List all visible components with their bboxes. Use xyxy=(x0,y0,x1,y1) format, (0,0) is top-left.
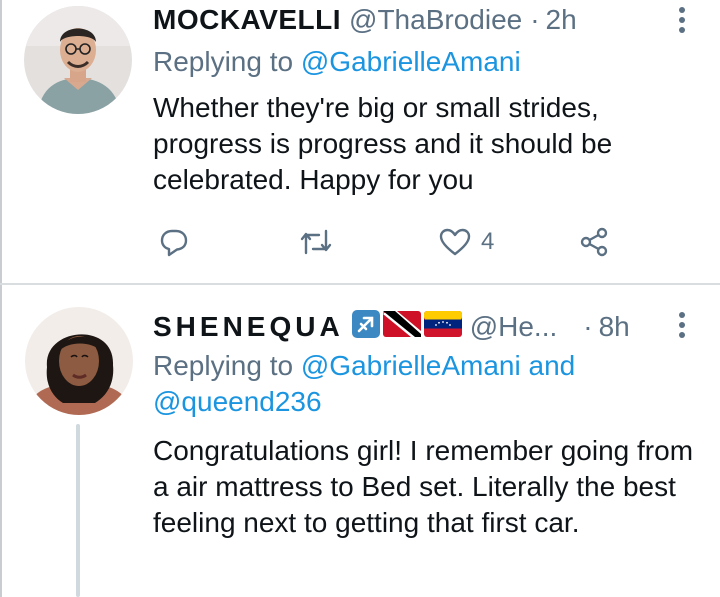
share-button[interactable] xyxy=(579,220,609,264)
replying-to-label: Replying to xyxy=(153,46,301,77)
tweet[interactable]: MOCKAVELLI @ThaBrodiee · 2h Replying to … xyxy=(0,0,720,283)
name-badges xyxy=(351,309,462,345)
venezuela-flag-icon xyxy=(423,310,462,344)
heart-icon xyxy=(439,227,471,257)
like-button[interactable]: 4 xyxy=(439,220,494,264)
like-count: 4 xyxy=(481,228,495,255)
tweet-text: Whether they're big or small strides, pr… xyxy=(153,92,613,195)
tweet-header: SHENEQUA @He... · 8h xyxy=(153,309,630,345)
reply-button[interactable] xyxy=(159,220,189,264)
separator-dot: · xyxy=(583,311,593,342)
sagittarius-icon xyxy=(351,309,380,345)
retweet-button[interactable] xyxy=(299,220,333,264)
replying-to: Replying to @GabrielleAmani xyxy=(153,44,673,80)
display-name[interactable]: SHENEQUA xyxy=(153,311,344,343)
more-options-icon[interactable] xyxy=(672,4,692,36)
tweet-header: MOCKAVELLI @ThaBrodiee · 2h xyxy=(153,2,577,38)
avatar[interactable] xyxy=(25,307,133,415)
more-options-icon[interactable] xyxy=(672,309,692,341)
replying-to: Replying to @GabrielleAmani and @queend2… xyxy=(153,348,673,420)
replying-to-label: Replying to xyxy=(153,350,301,381)
avatar[interactable] xyxy=(24,6,132,114)
thread-line xyxy=(76,424,80,597)
display-name[interactable]: MOCKAVELLI xyxy=(153,4,341,36)
reply-icon xyxy=(159,227,189,257)
timestamp[interactable]: 8h xyxy=(599,311,630,343)
share-icon xyxy=(579,227,609,257)
separator-dot: · xyxy=(530,4,540,35)
trinidad-flag-icon xyxy=(382,310,421,344)
retweet-icon xyxy=(299,227,333,257)
tweet-actions: 4 xyxy=(153,220,633,264)
tweet[interactable]: SHENEQUA @He... · 8h Replying to @Gabrie… xyxy=(0,285,720,597)
username-handle[interactable]: @He... xyxy=(470,311,558,343)
tweet-text: Congratulations girl! I remember going f… xyxy=(153,435,694,538)
mention-link[interactable]: @GabrielleAmani xyxy=(301,46,521,77)
username-handle[interactable]: @ThaBrodiee xyxy=(349,4,522,36)
timestamp[interactable]: 2h xyxy=(546,4,577,36)
